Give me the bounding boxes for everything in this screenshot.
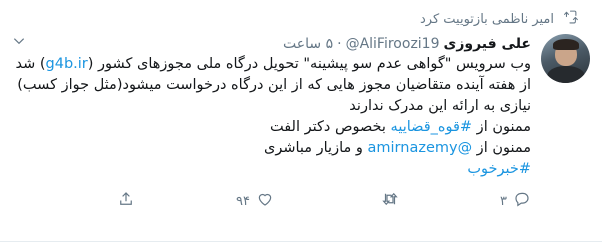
retweet-context: امیر ناظمی بازتوییت کرد xyxy=(12,8,578,30)
retweet-action-icon xyxy=(381,190,399,212)
share-button[interactable] xyxy=(111,190,135,212)
heart-icon xyxy=(256,190,274,212)
hashtag-judiciary[interactable]: #قوه_قضاییه xyxy=(391,119,473,135)
share-icon xyxy=(117,190,135,212)
author-handle[interactable]: @AliFiroozi19 xyxy=(346,34,440,54)
tweet-line-5: #خبرخوب xyxy=(12,159,531,180)
tweet-card[interactable]: امیر ناظمی بازتوییت کرد علی فیروزی @AliF… xyxy=(0,0,602,242)
header-separator: · xyxy=(337,36,342,52)
like-button[interactable]: ۹۴ xyxy=(236,190,274,212)
retweet-button[interactable] xyxy=(375,190,399,212)
retweet-icon xyxy=(562,9,578,29)
tweet-content: علی فیروزی @AliFiroozi19 · ۵ ساعت وب سرو… xyxy=(12,34,531,212)
tweet-line-3: ممنون از #قوه_قضاییه بخصوص دکتر الفت xyxy=(269,119,531,135)
author-name[interactable]: علی فیروزی xyxy=(444,34,532,54)
tweet-text: وب سرویس "گواهی عدم سو پیشینه" تحویل درگ… xyxy=(12,54,532,180)
chevron-down-icon[interactable] xyxy=(12,34,26,55)
reply-icon xyxy=(513,190,531,212)
reply-count: ۳ xyxy=(500,193,507,209)
retweet-context-label[interactable]: امیر ناظمی بازتوییت کرد xyxy=(420,12,554,27)
tweet-line-1: وب سرویس "گواهی عدم سو پیشینه" تحویل درگ… xyxy=(15,56,532,72)
tweet-line-2: از هفته آینده متقاضیان مجوز هایی که از ا… xyxy=(17,77,531,114)
tweet-actions: ۳ ۹۴ xyxy=(111,190,531,212)
tweet-header: علی فیروزی @AliFiroozi19 · ۵ ساعت xyxy=(12,34,531,54)
avatar[interactable] xyxy=(541,34,590,83)
hashtag-good-news[interactable]: #خبرخوب xyxy=(467,161,531,177)
mention-amirnazemy[interactable]: @amirnazemy xyxy=(368,140,473,156)
link-g4b[interactable]: g4b.ir xyxy=(46,56,88,72)
reply-button[interactable]: ۳ xyxy=(500,190,531,212)
like-count: ۹۴ xyxy=(236,193,250,209)
tweet-line-4: ممنون از @amirnazemy و مازیار مباشری xyxy=(263,140,531,156)
tweet-time[interactable]: ۵ ساعت xyxy=(283,34,333,54)
